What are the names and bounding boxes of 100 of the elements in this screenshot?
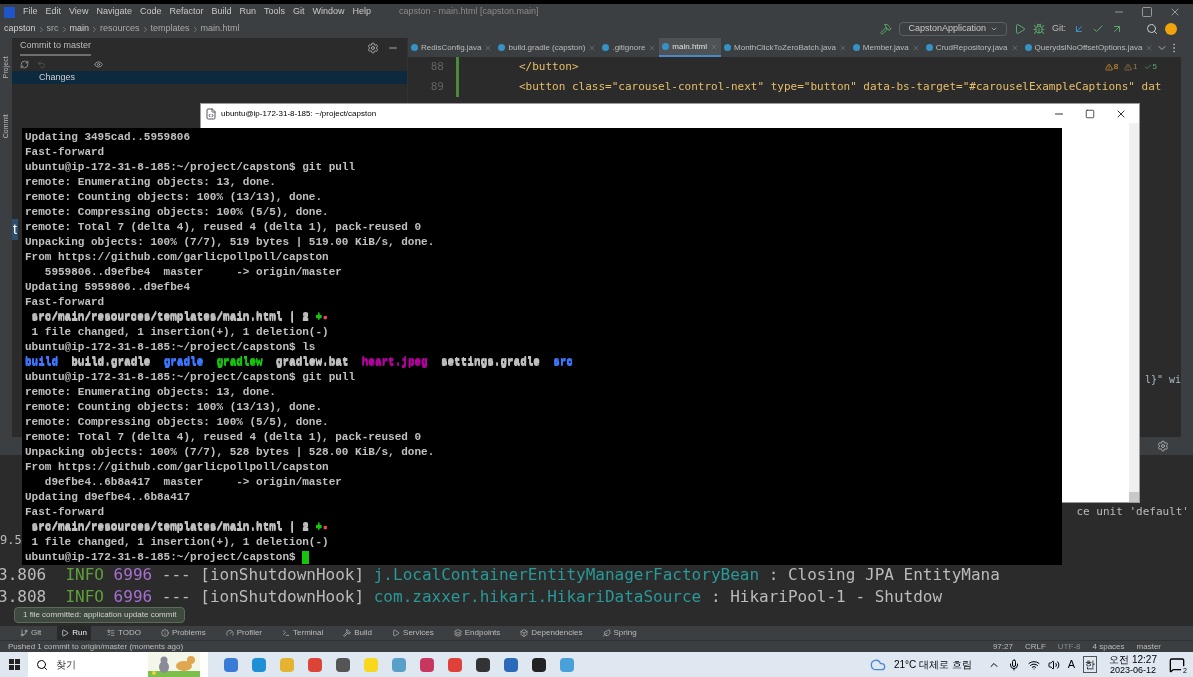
close-icon[interactable]	[1010, 43, 1019, 52]
line-separator[interactable]: CRLF	[1024, 640, 1046, 653]
tool-window-tab[interactable]: Build	[339, 626, 377, 640]
undo-icon	[37, 59, 46, 69]
tool-window-tab[interactable]: Run	[57, 626, 91, 640]
menu-item[interactable]: Tools	[264, 5, 285, 19]
editor-tab[interactable]: MonthClickToZeroBatch.java	[721, 38, 850, 57]
scrollbar[interactable]	[1129, 123, 1139, 502]
menu-item[interactable]: Git	[293, 5, 305, 19]
file-type-icon	[602, 44, 610, 51]
cursor	[302, 551, 310, 564]
git-branch[interactable]: master	[1136, 640, 1185, 653]
terminal-text: build.gradle	[70, 355, 152, 370]
close-icon[interactable]	[484, 43, 493, 52]
terminal-text: ubuntu@ip-172-31-8-185:~/project/capston$ git pull	[25, 370, 356, 385]
terminal-text: src	[553, 355, 573, 370]
search-icon	[36, 658, 48, 671]
tool-icon	[160, 629, 169, 637]
editor-tab[interactable]: .gitignore	[599, 38, 660, 57]
menu-item[interactable]: Code	[139, 5, 162, 19]
close-icon[interactable]	[648, 43, 657, 52]
changes-row[interactable]: Changes	[12, 71, 407, 84]
editor-tab[interactable]: Member.java	[849, 38, 923, 57]
menu-item[interactable]: Build	[211, 5, 232, 19]
tool-icon	[20, 629, 28, 637]
menu-item[interactable]: Help	[352, 5, 372, 19]
close-icon[interactable]	[1145, 43, 1154, 52]
terminal-text: -	[322, 310, 329, 325]
taskbar-search-field[interactable]: 찾기	[28, 652, 208, 677]
warning-count[interactable]: 8	[1104, 61, 1119, 73]
tool-window-tab[interactable]: Problems	[156, 626, 210, 640]
menu-item[interactable]: View	[69, 5, 89, 19]
breadcrumb-item[interactable]: capston	[4, 22, 36, 36]
editor-tab[interactable]: main.html	[659, 38, 722, 57]
terminal-text: Updating d9efbe4..6b8a417	[25, 490, 191, 505]
terminal-text: gradlew	[215, 355, 263, 370]
close-icon[interactable]	[710, 42, 719, 51]
close-icon[interactable]	[588, 43, 597, 52]
cursor-position[interactable]: 97:27	[992, 640, 1013, 653]
taskbar-app-icon[interactable]	[532, 657, 546, 672]
editor-tab[interactable]: RedisConfig.java	[408, 38, 496, 57]
weak-warning-count[interactable]: 1	[1124, 61, 1138, 73]
close-icon[interactable]	[911, 43, 920, 52]
terminal-text: gradlew.bat	[274, 355, 350, 370]
menu-item[interactable]: Navigate	[96, 5, 132, 19]
tool-window-tab[interactable]: Dependencies	[516, 626, 587, 640]
tool-window-tab[interactable]: Terminal	[278, 626, 328, 640]
taskbar-app-icon[interactable]	[476, 657, 490, 672]
tool-window-tab[interactable]: Profiler	[221, 626, 267, 640]
terminal-text: remote: Total 7 (delta 4), reused 4 (delta 1), pack-reused 0	[25, 220, 422, 235]
breadcrumb-item[interactable]: resources	[100, 22, 140, 36]
console-fragment: ce unit 'default'	[1076, 505, 1189, 518]
breadcrumb-item[interactable]: templates	[150, 22, 190, 36]
weather-text[interactable]: 21°C 대체로 흐림	[893, 657, 972, 672]
menu-item[interactable]: Edit	[45, 5, 62, 19]
microphone-icon	[1007, 658, 1020, 671]
indent-setting[interactable]: 4 spaces	[1092, 640, 1125, 653]
terminal-text: heart.jpeg	[361, 355, 428, 370]
terminal-text: remote: Counting objects: 100% (13/13), done.	[25, 400, 323, 415]
tool-icon	[453, 629, 462, 637]
terminal-text: +	[315, 520, 323, 535]
panel-tab[interactable]: Commit to master	[20, 39, 91, 56]
close-icon[interactable]	[838, 43, 847, 52]
update-icon[interactable]	[1165, 23, 1177, 35]
status-message: Pushed 1 commit to origin/master (moments ago)	[8, 640, 184, 653]
menu-item[interactable]: Refactor	[169, 5, 204, 19]
menu-item[interactable]: File	[23, 5, 38, 19]
terminal-text: remote: Counting objects: 100% (13/13), done.	[25, 190, 323, 205]
menu-item[interactable]: Run	[239, 5, 256, 19]
editor-tab[interactable]: CrudRepository.java	[922, 38, 1022, 57]
editor-tab[interactable]: build.gradle (capston)	[495, 38, 600, 57]
tool-window-tab[interactable]: TODO	[102, 626, 145, 640]
run-config-dropdown[interactable]: CapstonApplication	[899, 22, 1007, 36]
menu-item[interactable]: Window	[312, 5, 345, 19]
ime-mode[interactable]: 한	[1083, 656, 1098, 673]
terminal-text: src/main/resources/templates/main.html | 2	[30, 520, 310, 535]
clock-date[interactable]: 2023-06-12	[1110, 664, 1157, 676]
file-type-icon	[852, 44, 860, 51]
ime-indicator[interactable]: A	[1067, 656, 1076, 673]
breadcrumb-item[interactable]: main	[69, 22, 90, 36]
terminal-text: ubuntu@ip-172-31-8-185:~/project/capston$ git pull	[25, 160, 356, 175]
tool-window-tab[interactable]: Git	[16, 626, 46, 640]
clock-time[interactable]: 오전 12:27	[1109, 653, 1157, 665]
tool-icon	[343, 629, 352, 637]
arrow-icon	[1111, 23, 1123, 35]
file-encoding[interactable]: UTF-8	[1057, 640, 1081, 653]
terminal-text: 5959806..d9efbe4 master -> origin/master	[43, 265, 342, 280]
terminal-text: From https://github.com/garlicpollpoll/capston	[25, 250, 329, 265]
windows-start-icon[interactable]	[8, 659, 20, 670]
terminal-text: Unpacking objects: 100% (7/7), 519 bytes | 519.00 KiB/s, done.	[25, 235, 435, 250]
tool-window-tab[interactable]: Services	[388, 626, 438, 640]
ok-count[interactable]: 5	[1143, 61, 1157, 73]
search-icon	[1146, 23, 1158, 35]
taskbar-app-icon[interactable]	[336, 657, 350, 672]
breadcrumb-item[interactable]: main.html	[200, 22, 240, 36]
tool-window-tab[interactable]: Spring	[598, 626, 641, 640]
play-icon	[1014, 23, 1026, 35]
editor-tab[interactable]: QuerydslNoOffsetOptions.java	[1021, 38, 1157, 57]
breadcrumb-item[interactable]: src	[46, 22, 59, 36]
tool-window-tab[interactable]: Endpoints	[449, 626, 505, 640]
